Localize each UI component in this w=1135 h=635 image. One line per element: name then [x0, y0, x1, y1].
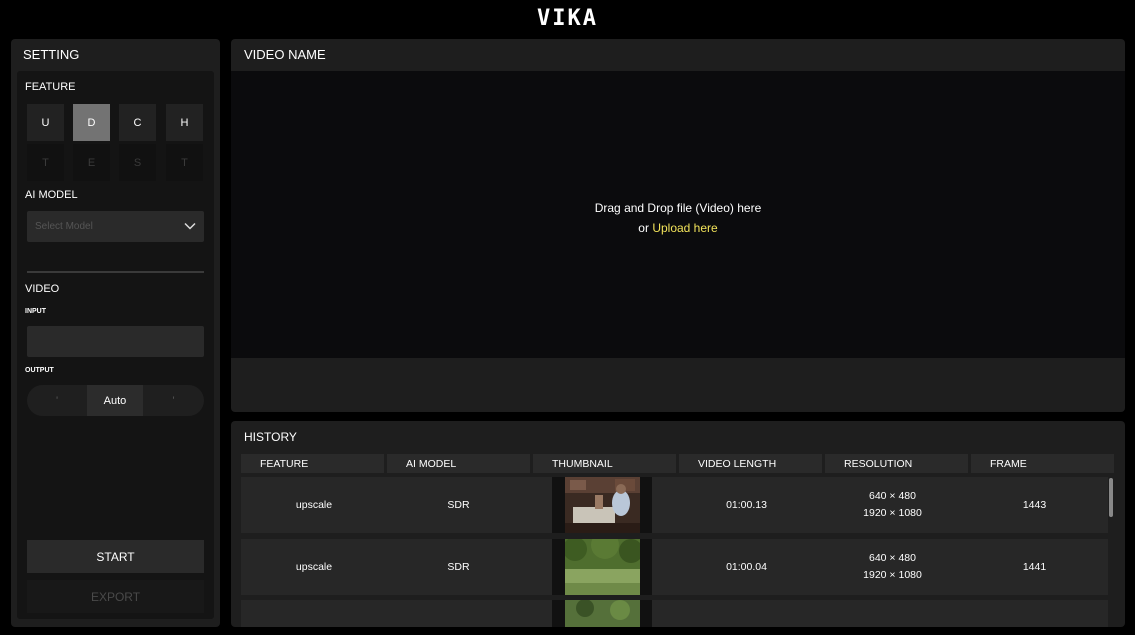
video-input-field[interactable] — [27, 326, 204, 357]
thumbnail-cell — [552, 600, 652, 627]
feature-button-t2: T — [166, 144, 203, 181]
app-logo: VIKA — [537, 6, 598, 31]
history-row[interactable]: upscale SDR 01:00.04 640 × 480 1920 × 10… — [241, 539, 1108, 595]
output-option-left[interactable]: ' — [27, 385, 87, 416]
settings-panel: SETTING FEATURE U D C H T E S T AI MODEL… — [11, 39, 220, 627]
feature-grid: U D C H T E S T — [27, 104, 204, 181]
row-resolution: 640 × 480 1920 × 1080 — [821, 477, 964, 533]
video-name-title: VIDEO NAME — [244, 47, 326, 62]
feature-button-d[interactable]: D — [73, 104, 110, 141]
row-resolution-output: 1920 × 1080 — [863, 569, 922, 581]
row-resolution-output: 1920 × 1080 — [863, 507, 922, 519]
row-frame: 1443 — [1022, 498, 1047, 511]
column-header-ai-model: AI MODEL — [387, 454, 530, 473]
video-thumbnail-image — [565, 600, 640, 627]
row-resolution-input: 640 × 480 — [868, 490, 916, 502]
model-select-placeholder: Select Model — [35, 221, 93, 232]
feature-button-t: T — [27, 144, 64, 181]
history-row[interactable]: upscale SDR 01:00.13 640 × 480 1920 × 10… — [241, 477, 1108, 533]
row-frame: 1441 — [1022, 560, 1047, 573]
video-thumbnail-image — [565, 539, 640, 595]
row-feature: upscale — [295, 498, 333, 511]
drop-text: Drag and Drop file (Video) here — [594, 201, 762, 215]
row-video-length: 01:00.13 — [726, 498, 767, 511]
column-header-resolution: RESOLUTION — [825, 454, 968, 473]
row-ai-model: SDR — [447, 560, 470, 573]
upload-line: or Upload here — [231, 218, 1125, 238]
section-divider — [27, 271, 204, 273]
video-drop-zone[interactable]: Drag and Drop file (Video) here or Uploa… — [231, 71, 1125, 358]
thumbnail-cell — [552, 477, 652, 533]
chevron-down-icon — [184, 222, 196, 230]
row-resolution: 640 × 480 1920 × 1080 — [821, 539, 964, 595]
video-label: VIDEO — [25, 283, 60, 295]
feature-button-c[interactable]: C — [119, 104, 156, 141]
feature-button-u[interactable]: U — [27, 104, 64, 141]
settings-body: FEATURE U D C H T E S T AI MODEL Select … — [17, 71, 214, 619]
row-resolution-input: 640 × 480 — [868, 552, 916, 564]
ai-model-label: AI MODEL — [25, 189, 78, 201]
feature-label: FEATURE — [25, 81, 76, 93]
column-header-feature: FEATURE — [241, 454, 384, 473]
column-header-thumbnail: THUMBNAIL — [533, 454, 676, 473]
row-feature: upscale — [295, 560, 333, 573]
drop-instructions: Drag and Drop file (Video) here or Uploa… — [231, 198, 1125, 238]
model-select[interactable]: Select Model — [27, 211, 204, 242]
feature-button-s: S — [119, 144, 156, 181]
history-panel: HISTORY FEATURE AI MODEL THUMBNAIL VIDEO… — [231, 421, 1125, 627]
column-header-video-length: VIDEO LENGTH — [679, 454, 822, 473]
output-label: OUTPUT — [25, 367, 54, 374]
input-label: INPUT — [25, 308, 46, 315]
history-scrollbar[interactable] — [1109, 478, 1113, 517]
column-header-frame: FRAME — [971, 454, 1114, 473]
output-selector[interactable]: ' Auto ' — [27, 385, 204, 416]
output-option-auto[interactable]: Auto — [87, 385, 143, 416]
video-panel: VIDEO NAME Drag and Drop file (Video) he… — [231, 39, 1125, 412]
feature-button-h[interactable]: H — [166, 104, 203, 141]
video-thumbnail-image — [565, 477, 640, 533]
thumbnail-cell — [552, 539, 652, 595]
settings-title: SETTING — [23, 47, 80, 62]
or-text: or — [638, 221, 653, 235]
output-option-right[interactable]: ' — [143, 385, 204, 416]
feature-button-e: E — [73, 144, 110, 181]
export-button[interactable]: EXPORT — [27, 580, 204, 613]
history-row[interactable] — [241, 600, 1108, 627]
start-button[interactable]: START — [27, 540, 204, 573]
row-video-length: 01:00.04 — [726, 560, 767, 573]
history-title: HISTORY — [244, 430, 297, 444]
upload-link[interactable]: Upload here — [652, 221, 717, 235]
row-ai-model: SDR — [447, 498, 470, 511]
